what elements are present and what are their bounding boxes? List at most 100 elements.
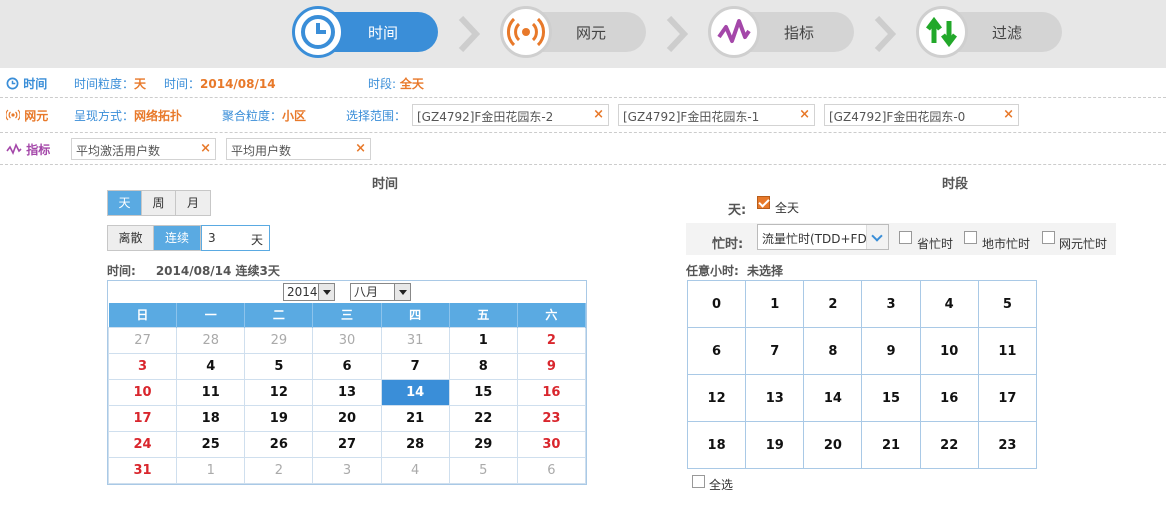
hours-row: 6 7 8 9 10 11: [686, 327, 1038, 375]
calendar-day[interactable]: 31: [107, 456, 178, 484]
calendar-day[interactable]: 5: [448, 456, 518, 484]
select-all-checkbox[interactable]: [692, 475, 705, 488]
calendar-day[interactable]: 2: [516, 326, 587, 354]
calendar-day[interactable]: 16: [516, 378, 587, 406]
hour-cell[interactable]: 5: [977, 280, 1038, 328]
calendar-day[interactable]: 18: [176, 404, 246, 432]
calendar-day[interactable]: 7: [380, 352, 450, 380]
indicator-tag: 平均用户数 ×: [226, 138, 371, 160]
calendar-day[interactable]: 4: [380, 456, 450, 484]
hour-cell[interactable]: 3: [861, 280, 921, 328]
calendar-day[interactable]: 5: [244, 352, 314, 380]
hour-cell[interactable]: 6: [686, 327, 747, 375]
calendar-day[interactable]: 13: [312, 378, 382, 406]
hour-cell[interactable]: 20: [803, 421, 863, 469]
step-indicator[interactable]: 指标: [708, 6, 854, 58]
mode-summary: 呈现方式：网络拓扑: [74, 109, 183, 123]
hour-cell[interactable]: 19: [745, 421, 805, 469]
calendar-day[interactable]: 6: [516, 456, 587, 484]
calendar-day[interactable]: 28: [380, 430, 450, 458]
hour-cell[interactable]: 16: [919, 374, 979, 422]
hour-cell[interactable]: 22: [919, 421, 979, 469]
calendar-day[interactable]: 23: [516, 404, 587, 432]
calendar-day[interactable]: 29: [448, 430, 518, 458]
province-busy-checkbox[interactable]: [899, 231, 912, 244]
calendar-week-row: 24 25 26 27 28 29 30: [107, 430, 587, 458]
calendar-day[interactable]: 4: [176, 352, 246, 380]
calendar: 2014 八月 日一二三四五六 27 28 29 30 31 1 2 3 4 5 6 7 8 9 10 11 1…: [107, 280, 587, 485]
wizard-steps-bar: 时间 网元 指标 过滤: [0, 0, 1166, 68]
calendar-day[interactable]: 12: [244, 378, 314, 406]
hour-cell[interactable]: 17: [977, 374, 1038, 422]
mode-discrete-button[interactable]: 离散: [108, 226, 154, 250]
calendar-day[interactable]: 22: [448, 404, 518, 432]
calendar-day[interactable]: 1: [176, 456, 246, 484]
step-filter[interactable]: 过滤: [916, 6, 1062, 58]
calendar-day[interactable]: 27: [312, 430, 382, 458]
hour-cell[interactable]: 0: [686, 280, 747, 328]
hour-cell[interactable]: 10: [919, 327, 979, 375]
hour-cell[interactable]: 2: [803, 280, 863, 328]
calendar-day[interactable]: 26: [244, 430, 314, 458]
calendar-day[interactable]: 15: [448, 378, 518, 406]
city-busy-label: 地市忙时: [982, 237, 1031, 251]
calendar-day[interactable]: 17: [107, 404, 178, 432]
hour-cell[interactable]: 23: [977, 421, 1038, 469]
calendar-day[interactable]: 14: [380, 378, 450, 406]
step-time[interactable]: 时间: [292, 6, 438, 58]
hour-cell[interactable]: 9: [861, 327, 921, 375]
hour-cell[interactable]: 1: [745, 280, 805, 328]
hour-cell[interactable]: 15: [861, 374, 921, 422]
granularity-week-button[interactable]: 周: [142, 191, 176, 215]
calendar-day[interactable]: 20: [312, 404, 382, 432]
close-icon[interactable]: ×: [593, 107, 604, 122]
calendar-day[interactable]: 8: [448, 352, 518, 380]
busy-select[interactable]: 流量忙时(TDD+FDD): [757, 224, 889, 250]
calendar-day[interactable]: 3: [312, 456, 382, 484]
calendar-day[interactable]: 10: [107, 378, 178, 406]
month-select[interactable]: 八月: [350, 283, 411, 301]
hour-cell[interactable]: 8: [803, 327, 863, 375]
mode-continuous-button[interactable]: 连续: [154, 226, 200, 250]
hour-cell[interactable]: 18: [686, 421, 747, 469]
calendar-day[interactable]: 24: [107, 430, 178, 458]
element-busy-checkbox[interactable]: [1042, 231, 1055, 244]
year-select[interactable]: 2014: [283, 283, 335, 301]
hour-cell[interactable]: 7: [745, 327, 805, 375]
granularity-selector: 天 周 月: [107, 190, 211, 216]
step-time-label: 时间: [368, 24, 399, 42]
close-icon[interactable]: ×: [355, 141, 366, 156]
calendar-day[interactable]: 30: [516, 430, 587, 458]
calendar-day[interactable]: 27: [107, 326, 178, 354]
calendar-day[interactable]: 25: [176, 430, 246, 458]
calendar-day[interactable]: 2: [244, 456, 314, 484]
calendar-day[interactable]: 3: [107, 352, 178, 380]
calendar-day[interactable]: 30: [312, 326, 382, 354]
calendar-day[interactable]: 31: [380, 326, 450, 354]
granularity-day-button[interactable]: 天: [108, 191, 142, 215]
hour-cell[interactable]: 12: [686, 374, 747, 422]
calendar-day[interactable]: 28: [176, 326, 246, 354]
close-icon[interactable]: ×: [200, 141, 211, 156]
hour-cell[interactable]: 13: [745, 374, 805, 422]
city-busy-checkbox[interactable]: [964, 231, 977, 244]
granularity-month-button[interactable]: 月: [176, 191, 210, 215]
calendar-day[interactable]: 11: [176, 378, 246, 406]
hour-cell[interactable]: 11: [977, 327, 1038, 375]
calendar-day[interactable]: 6: [312, 352, 382, 380]
calendar-day[interactable]: 29: [244, 326, 314, 354]
close-icon[interactable]: ×: [799, 107, 810, 122]
mode-selector: 离散 连续: [107, 225, 201, 251]
day-count-input[interactable]: 3 天: [201, 225, 270, 251]
calendar-day[interactable]: 19: [244, 404, 314, 432]
calendar-day[interactable]: 1: [448, 326, 518, 354]
hour-cell[interactable]: 21: [861, 421, 921, 469]
calendar-day[interactable]: 9: [516, 352, 587, 380]
signal-icon: [500, 6, 552, 58]
hour-cell[interactable]: 4: [919, 280, 979, 328]
close-icon[interactable]: ×: [1003, 107, 1014, 122]
step-element[interactable]: 网元: [500, 6, 646, 58]
hour-cell[interactable]: 14: [803, 374, 863, 422]
calendar-day[interactable]: 21: [380, 404, 450, 432]
allday-checkbox[interactable]: [757, 196, 770, 209]
